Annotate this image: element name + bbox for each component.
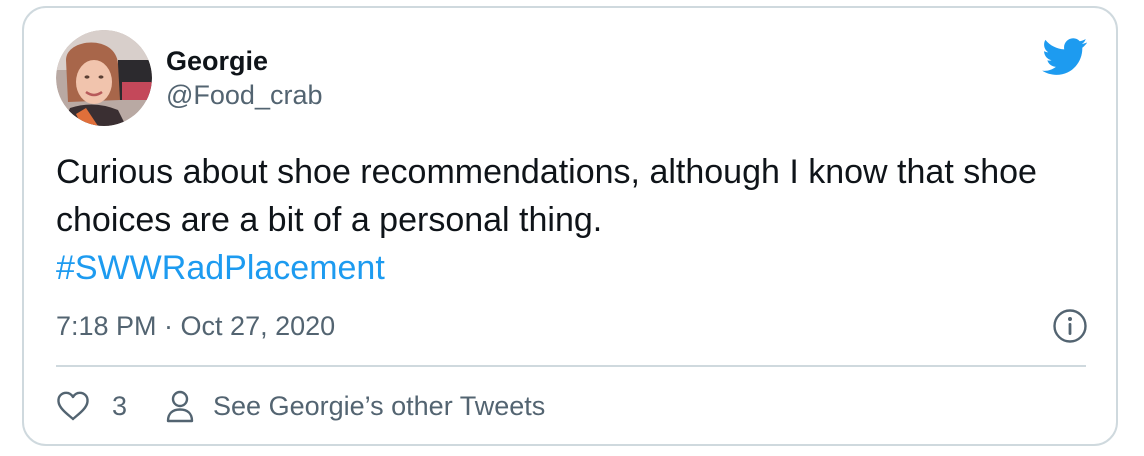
- author-display-name[interactable]: Georgie: [166, 44, 323, 78]
- tweet-actions: 3 See Georgie’s other Tweets: [56, 388, 545, 424]
- person-icon: [165, 389, 195, 423]
- tweet-timestamp[interactable]: 7:18 PM · Oct 27, 2020: [56, 308, 335, 344]
- author-names: Georgie @Food_crab: [166, 44, 323, 112]
- like-count: 3: [112, 391, 128, 421]
- twitter-bird-svg: [1042, 38, 1088, 75]
- info-svg: [1053, 309, 1087, 343]
- avatar[interactable]: [56, 30, 152, 126]
- tweet-header: Georgie @Food_crab: [56, 30, 323, 126]
- tweet-text: Curious about shoe recommendations, alth…: [56, 148, 1096, 292]
- see-other-tweets-link[interactable]: See Georgie’s other Tweets: [165, 388, 545, 424]
- twitter-bird-icon[interactable]: [1042, 38, 1088, 76]
- tweet-card[interactable]: Georgie @Food_crab Curious about shoe re…: [22, 6, 1118, 446]
- tweet-body: Curious about shoe recommendations, alth…: [56, 153, 1037, 239]
- avatar-photo: [56, 30, 152, 126]
- see-other-tweets-label: See Georgie’s other Tweets: [213, 391, 546, 421]
- like-button[interactable]: 3: [56, 388, 127, 424]
- heart-icon: [56, 391, 90, 421]
- hashtag-link[interactable]: #SWWRadPlacement: [56, 244, 385, 292]
- divider: [56, 365, 1086, 367]
- author-handle[interactable]: @Food_crab: [166, 78, 323, 112]
- info-icon[interactable]: [1052, 308, 1088, 344]
